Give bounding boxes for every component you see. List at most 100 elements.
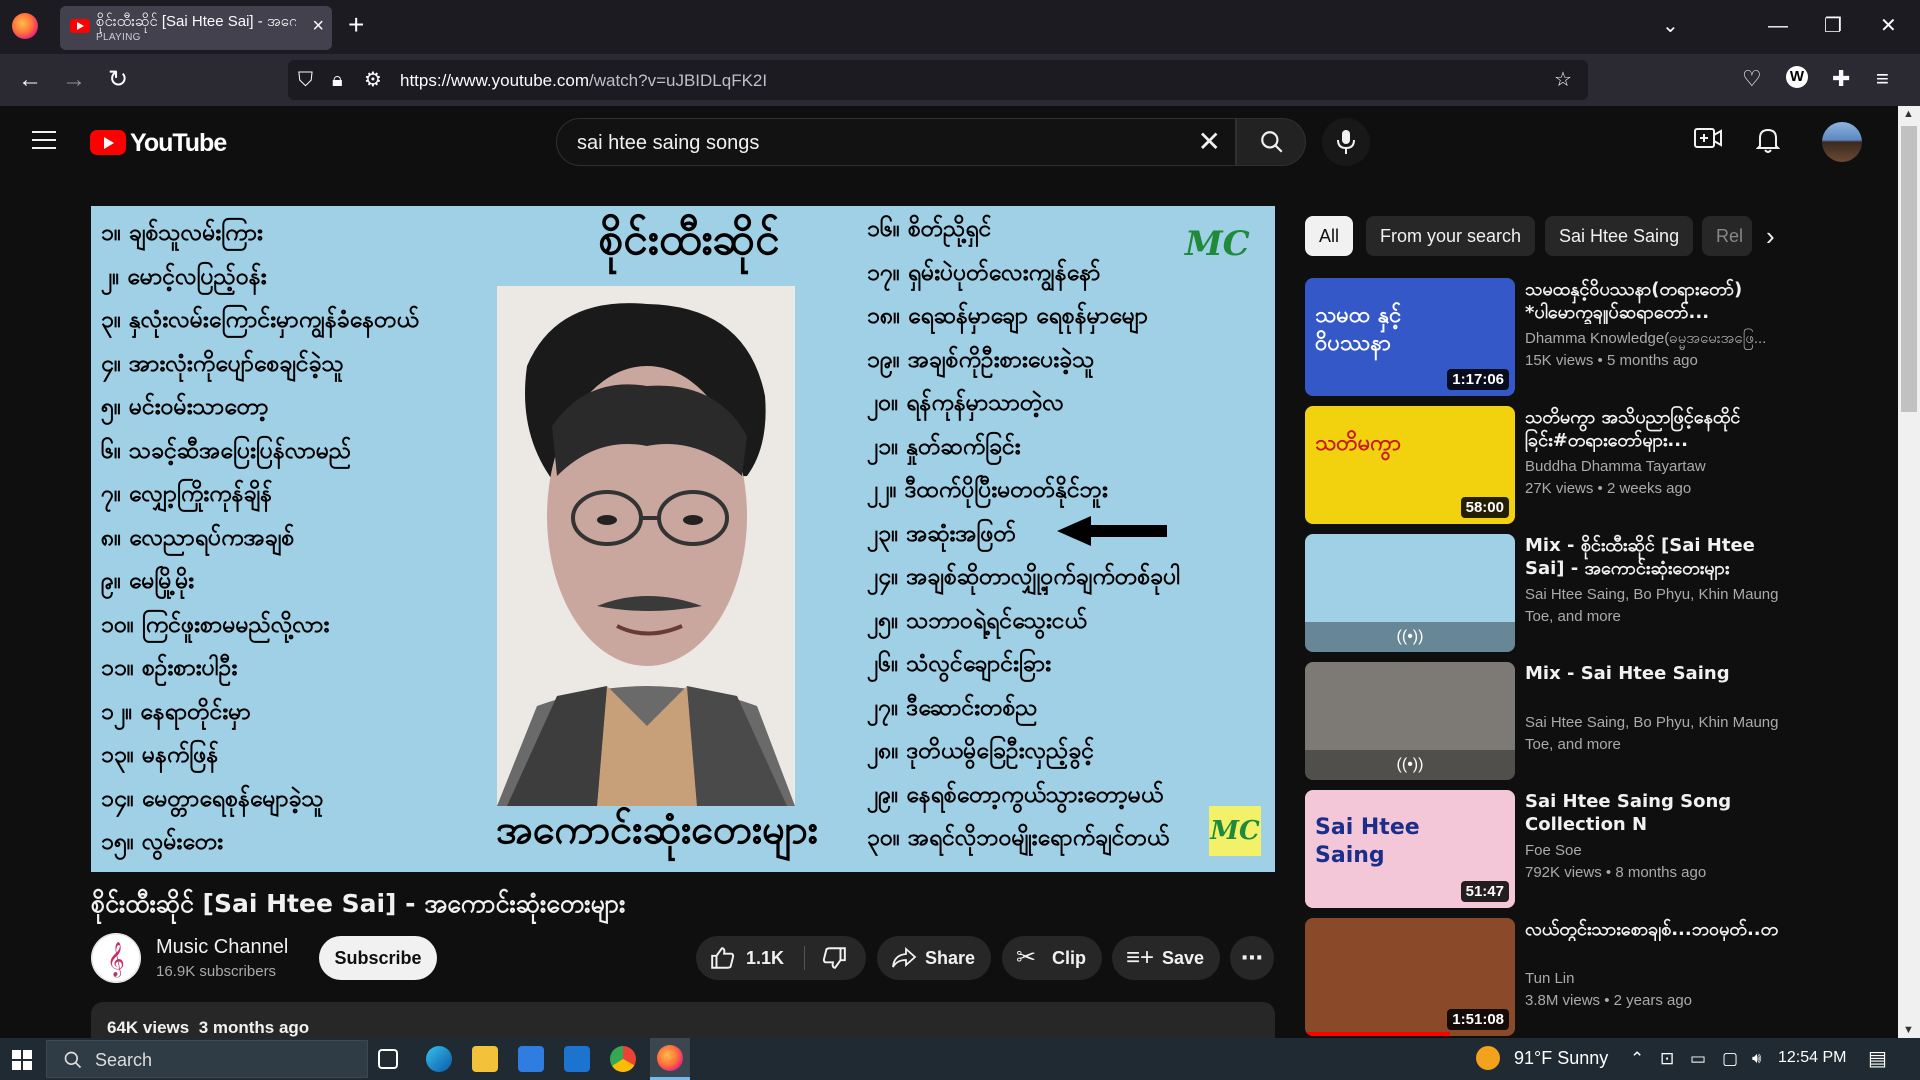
weather-sun-icon[interactable] xyxy=(1476,1046,1500,1070)
display-icon[interactable]: ▢ xyxy=(1722,1048,1738,1070)
file-explorer-icon[interactable] xyxy=(472,1046,498,1072)
recommendation-views: 792K views xyxy=(1525,864,1602,881)
share-arrow-icon xyxy=(892,946,917,968)
recommendation-views: 15K views xyxy=(1525,352,1594,369)
recommendation-item[interactable]: သမထ နှင့် ဝိပဿနာ 1:17:06 သမထနှင့်ဝိပဿနာ(တရ… xyxy=(1305,278,1895,398)
firefox-menu-icon[interactable] xyxy=(12,13,38,39)
recommendation-age: 2 weeks ago xyxy=(1606,480,1692,497)
like-button[interactable]: 1.1K xyxy=(696,936,804,980)
task-view-icon[interactable] xyxy=(378,1049,398,1069)
video-thumbnail[interactable]: ((•)) xyxy=(1305,534,1515,652)
lock-icon[interactable]: 🔒︎ xyxy=(332,68,343,92)
search-input[interactable]: sai htee saing songs ✕ xyxy=(556,118,1236,166)
address-bar[interactable]: ⛉ 🔒︎ ⚙ https://www.youtube.com/watch?v=u… xyxy=(288,60,1588,100)
list-all-tabs-icon[interactable]: ⌄ xyxy=(1662,12,1679,40)
chip-sai-htee-saing[interactable]: Sai Htee Saing xyxy=(1545,216,1694,256)
close-window-button[interactable]: ✕ xyxy=(1880,12,1897,40)
search-icon xyxy=(1261,131,1283,153)
clear-search-icon[interactable]: ✕ xyxy=(1198,127,1221,157)
recommendation-channel[interactable]: Dhamma Knowledge(ဓမ္မအမေးအဖြေ... xyxy=(1525,328,1785,350)
save-button[interactable]: ≡+ Save xyxy=(1112,936,1220,980)
search-button[interactable] xyxy=(1236,118,1306,166)
bookmark-star-icon[interactable]: ☆ xyxy=(1554,68,1572,92)
app-menu-icon[interactable]: ≡ xyxy=(1876,66,1889,92)
notifications-icon[interactable]: ▤ xyxy=(1868,1048,1887,1070)
chrome-icon[interactable] xyxy=(610,1046,636,1072)
voice-search-button[interactable] xyxy=(1322,118,1370,166)
forward-icon[interactable]: → xyxy=(62,66,86,94)
pocket-icon[interactable]: ♡ xyxy=(1742,66,1762,92)
w-extension-icon[interactable]: W xyxy=(1786,66,1808,88)
windows-start-icon[interactable] xyxy=(12,1050,32,1070)
clock[interactable]: 12:54 PM xyxy=(1778,1049,1846,1067)
recommendation-channel[interactable]: Foe Soe xyxy=(1525,840,1785,862)
permissions-icon[interactable]: ⚙ xyxy=(364,68,382,92)
scrollbar-thumb[interactable] xyxy=(1901,126,1917,412)
edge-icon[interactable] xyxy=(426,1046,452,1072)
meet-now-icon[interactable]: ⊡ xyxy=(1660,1048,1674,1070)
dislike-button[interactable] xyxy=(805,936,866,980)
video-player[interactable]: ၁။ ချစ်သူလမ်းကြား ၂။ မောင့်လပြည့်ဝန်း ၃။ န… xyxy=(91,206,1275,872)
video-thumbnail[interactable]: Sai Htee Saing 51:47 xyxy=(1305,790,1515,908)
firefox-taskbar-button[interactable] xyxy=(650,1038,690,1080)
extensions-icon[interactable]: ✚ xyxy=(1832,66,1850,92)
arrow-left-icon xyxy=(1057,516,1167,546)
recommendation-title[interactable]: Mix - Sai Htee Saing xyxy=(1525,662,1785,685)
recommendation-item[interactable]: ((•)) Mix - စိုင်းထီးဆိုင် [Sai Htee Sai]… xyxy=(1305,534,1895,654)
video-thumbnail[interactable]: သတိမကွာ 58:00 xyxy=(1305,406,1515,524)
clip-button[interactable]: ✂ Clip xyxy=(1002,936,1102,980)
page-scrollbar[interactable]: ▲ ▼ xyxy=(1898,106,1920,1038)
taskbar-search-box[interactable]: Search xyxy=(46,1040,368,1078)
chevron-right-icon[interactable]: › xyxy=(1766,222,1775,250)
recommendation-channel[interactable]: Buddha Dhamma Tayartaw xyxy=(1525,456,1785,478)
tray-chevron-icon[interactable]: ⌃ xyxy=(1630,1048,1644,1070)
battery-icon[interactable]: ▭ xyxy=(1690,1048,1706,1070)
recommendation-title[interactable]: လယ်တွင်းသားစောချစ်...ဘဝမှတ်..တ xyxy=(1525,918,1785,941)
create-video-icon[interactable] xyxy=(1694,126,1722,156)
chip-from-your-search[interactable]: From your search xyxy=(1366,216,1536,256)
more-actions-button[interactable]: ⋯ xyxy=(1230,936,1274,980)
video-thumbnail[interactable]: 1:51:08 xyxy=(1305,918,1515,1036)
recommendation-item[interactable]: ((•)) Mix - Sai Htee Saing Sai Htee Saing,… xyxy=(1305,662,1895,782)
new-tab-button[interactable]: + xyxy=(348,10,364,40)
youtube-logo-text[interactable]: YouTube xyxy=(130,129,227,158)
channel-name[interactable]: Music Channel xyxy=(156,936,288,959)
url-text[interactable]: https://www.youtube.com/watch?v=uJBIDLqF… xyxy=(400,71,767,91)
chip-related[interactable]: Rel xyxy=(1702,216,1752,256)
video-thumbnail[interactable]: သမထ နှင့် ဝိပဿနာ 1:17:06 xyxy=(1305,278,1515,396)
youtube-logo-icon[interactable] xyxy=(90,130,126,155)
shield-icon[interactable]: ⛉ xyxy=(298,68,313,92)
recommendation-channel[interactable]: Sai Htee Saing, Bo Phyu, Khin Maung Toe,… xyxy=(1525,584,1785,628)
reload-icon[interactable]: ↻ xyxy=(108,66,128,94)
video-thumbnail[interactable]: ((•)) xyxy=(1305,662,1515,780)
search-query[interactable]: sai htee saing songs xyxy=(577,132,759,155)
restore-button[interactable]: ❐ xyxy=(1824,12,1842,40)
recommendation-item[interactable]: သတိမကွာ 58:00 သတိမကွာ အသိပညာဖြင့်နေထိုင်ခြ… xyxy=(1305,406,1895,526)
recommendation-channel[interactable]: Sai Htee Saing, Bo Phyu, Khin Maung Toe,… xyxy=(1525,712,1785,756)
recommendation-item[interactable]: Sai Htee Saing 51:47 Sai Htee Saing Song C… xyxy=(1305,790,1895,910)
minimize-button[interactable]: — xyxy=(1768,12,1788,40)
recommendation-title[interactable]: Mix - စိုင်းထီးဆိုင် [Sai Htee Sai] - အက… xyxy=(1525,534,1785,580)
save-label: Save xyxy=(1162,948,1205,968)
weather-widget[interactable]: 91°F Sunny xyxy=(1514,1048,1608,1069)
scroll-up-icon[interactable]: ▲ xyxy=(1903,108,1914,120)
recommendation-channel[interactable]: Tun Lin xyxy=(1525,968,1785,990)
channel-avatar[interactable]: 𝄞 xyxy=(91,933,141,983)
chip-all[interactable]: All xyxy=(1305,216,1354,256)
recommendation-title[interactable]: သတိမကွာ အသိပညာဖြင့်နေထိုင်ခြင်း#တရားတော်… xyxy=(1525,406,1785,452)
store-icon[interactable] xyxy=(518,1046,544,1072)
tab-close-icon[interactable]: × xyxy=(312,16,324,36)
recommendation-title[interactable]: Sai Htee Saing Song Collection N xyxy=(1525,790,1785,836)
volume-icon[interactable]: 🔊︎ xyxy=(1752,1048,1761,1070)
recommendation-item[interactable]: 1:51:08 လယ်တွင်းသားစောချစ်...ဘဝမှတ်..တ Tun… xyxy=(1305,918,1895,1038)
account-avatar[interactable] xyxy=(1822,122,1862,162)
browser-tab-active[interactable]: စိုင်းထီးဆိုင် [Sai Htee Sai] - အကေ PLAY… xyxy=(60,6,332,50)
subscribe-button[interactable]: Subscribe xyxy=(319,936,437,980)
recommendation-title[interactable]: သမထနှင့်ဝိပဿနာ(တရားတော်) *ပါမောက္ခချုပ်ဆ… xyxy=(1525,278,1785,324)
share-button[interactable]: Share xyxy=(877,936,991,980)
mail-icon[interactable] xyxy=(564,1046,590,1072)
notifications-bell-icon[interactable] xyxy=(1755,126,1781,160)
back-icon[interactable]: ← xyxy=(18,66,42,94)
scroll-down-icon[interactable]: ▼ xyxy=(1903,1024,1914,1036)
hamburger-menu-icon[interactable] xyxy=(32,131,56,149)
